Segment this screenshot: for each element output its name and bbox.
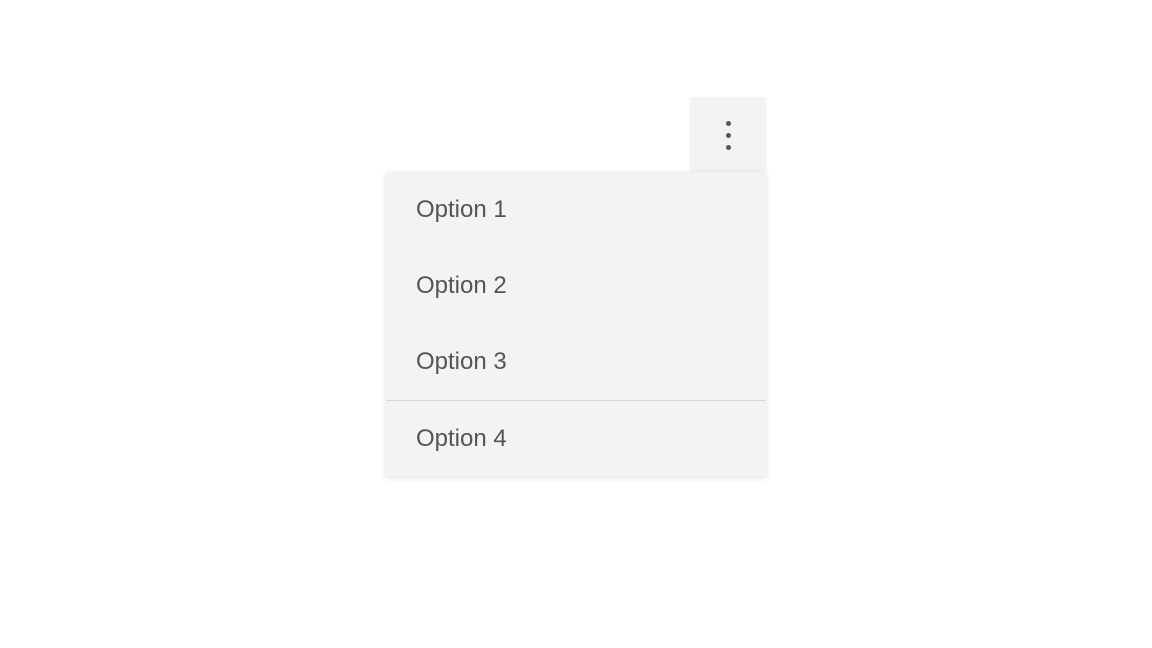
dropdown-menu: Option 1 Option 2 Option 3 Option 4	[386, 172, 766, 476]
menu-item-label: Option 1	[416, 196, 507, 224]
menu-item-option-1[interactable]: Option 1	[386, 172, 766, 248]
more-vertical-icon	[726, 121, 731, 150]
menu-item-label: Option 2	[416, 272, 507, 300]
menu-item-label: Option 3	[416, 348, 507, 376]
menu-item-option-3[interactable]: Option 3	[386, 324, 766, 400]
more-options-button[interactable]	[690, 97, 766, 173]
menu-item-label: Option 4	[416, 425, 507, 453]
menu-item-option-2[interactable]: Option 2	[386, 248, 766, 324]
menu-item-option-4[interactable]: Option 4	[386, 400, 766, 476]
